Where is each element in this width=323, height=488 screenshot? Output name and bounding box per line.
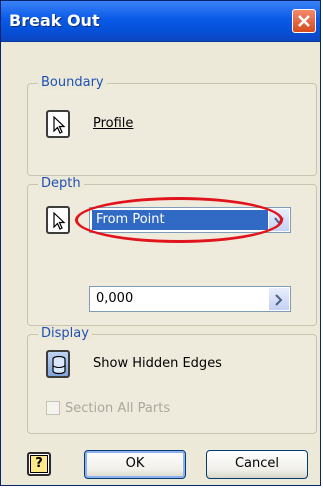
depth-select-button[interactable] [46,206,70,234]
depth-type-dropdown[interactable]: From Point [89,207,291,233]
section-all-parts-label: Section All Parts [65,401,171,416]
show-hidden-edges-label: Show Hidden Edges [93,356,222,371]
close-button[interactable] [292,9,316,33]
title-bar[interactable]: Break Out [1,1,320,42]
display-group: Display [27,326,317,434]
cursor-arrow-icon [53,211,66,230]
chevron-down-icon [274,217,284,225]
chevron-right-icon [275,294,283,306]
dialog-title: Break Out [9,11,100,30]
cylinder-icon [52,355,66,375]
cancel-button[interactable]: Cancel [206,450,308,479]
close-icon [298,15,310,27]
ok-button[interactable]: OK [84,450,186,479]
help-button[interactable]: ? [27,452,51,476]
dialog-window: Break Out Boundary Profile Depth From Po… [0,0,321,486]
profile-label: Profile [93,116,133,131]
depth-group-label: Depth [38,176,84,191]
distance-expand-button[interactable] [269,288,289,310]
depth-type-selected: From Point [92,210,268,230]
dropdown-arrow-button[interactable] [269,209,289,231]
show-hidden-edges-button[interactable] [46,350,70,378]
boundary-group: Boundary [27,75,317,176]
boundary-group-label: Boundary [38,75,107,90]
section-all-parts-checkbox[interactable] [46,401,60,415]
help-icon: ? [30,455,48,473]
depth-distance-value: 0,000 [96,291,134,306]
profile-label-text: Profile [93,116,134,131]
cursor-arrow-icon [53,115,66,134]
display-group-label: Display [38,326,92,341]
profile-select-button[interactable] [46,110,70,138]
depth-distance-field[interactable]: 0,000 [89,286,291,312]
